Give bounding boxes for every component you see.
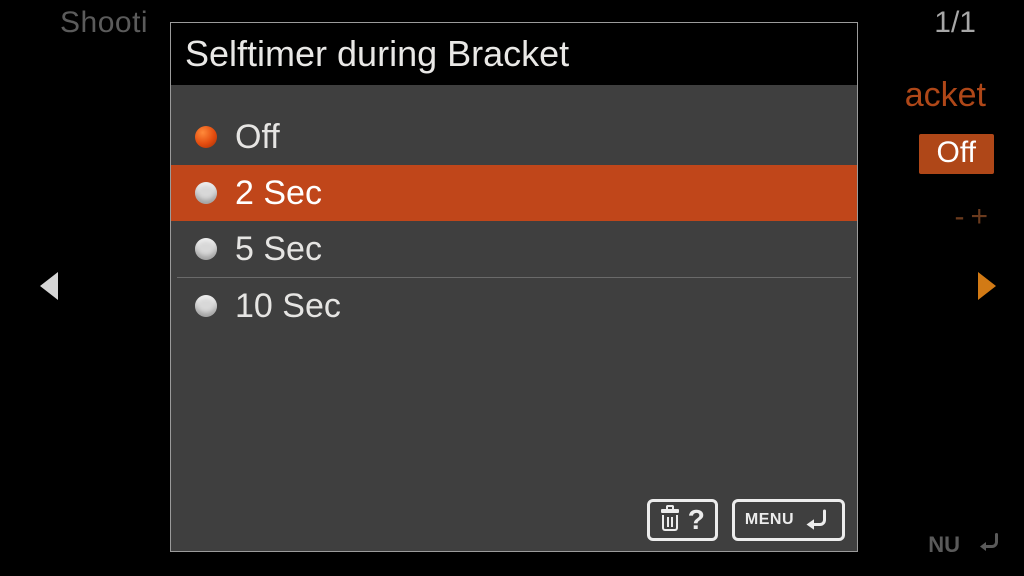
nav-right-arrow-icon[interactable] — [978, 272, 996, 300]
option-5sec[interactable]: 5 Sec — [171, 221, 857, 277]
option-off[interactable]: Off — [171, 109, 857, 165]
trash-icon — [660, 509, 680, 531]
delete-help-button[interactable]: ? — [647, 499, 718, 541]
option-label: 10 Sec — [235, 289, 341, 323]
camera-menu-screen: Shooti 1/1 acket Off -+ NU Selftimer dur… — [0, 0, 1024, 576]
option-2sec[interactable]: 2 Sec — [171, 165, 857, 221]
dialog-title: Selftimer during Bracket — [171, 23, 857, 85]
menu-label: MENU — [745, 511, 794, 529]
dialog-option-list: Off 2 Sec 5 Sec 10 Sec — [171, 85, 857, 491]
selftimer-bracket-dialog: Selftimer during Bracket Off 2 Sec 5 Sec… — [170, 22, 858, 552]
nav-left-arrow-icon[interactable] — [40, 272, 58, 300]
radio-icon — [195, 182, 217, 204]
bg-value-badge: Off — [919, 134, 994, 174]
radio-icon — [195, 126, 217, 148]
bg-bracket-order-fragment: -+ — [954, 200, 994, 234]
option-label: 5 Sec — [235, 232, 322, 266]
menu-back-button[interactable]: MENU — [732, 499, 845, 541]
option-10sec[interactable]: 10 Sec — [171, 278, 857, 334]
bg-breadcrumb-fragment: Shooti — [60, 6, 148, 40]
back-arrow-icon — [802, 507, 832, 533]
dialog-footer: ? MENU — [171, 491, 857, 551]
help-icon: ? — [688, 504, 705, 536]
bg-right-text-fragment: acket — [905, 76, 986, 115]
radio-icon — [195, 295, 217, 317]
bg-back-icon — [974, 529, 1004, 560]
bg-page-indicator: 1/1 — [934, 6, 976, 40]
bg-menu-fragment: NU — [928, 532, 960, 558]
option-label: Off — [235, 120, 280, 154]
option-label: 2 Sec — [235, 176, 322, 210]
radio-icon — [195, 238, 217, 260]
